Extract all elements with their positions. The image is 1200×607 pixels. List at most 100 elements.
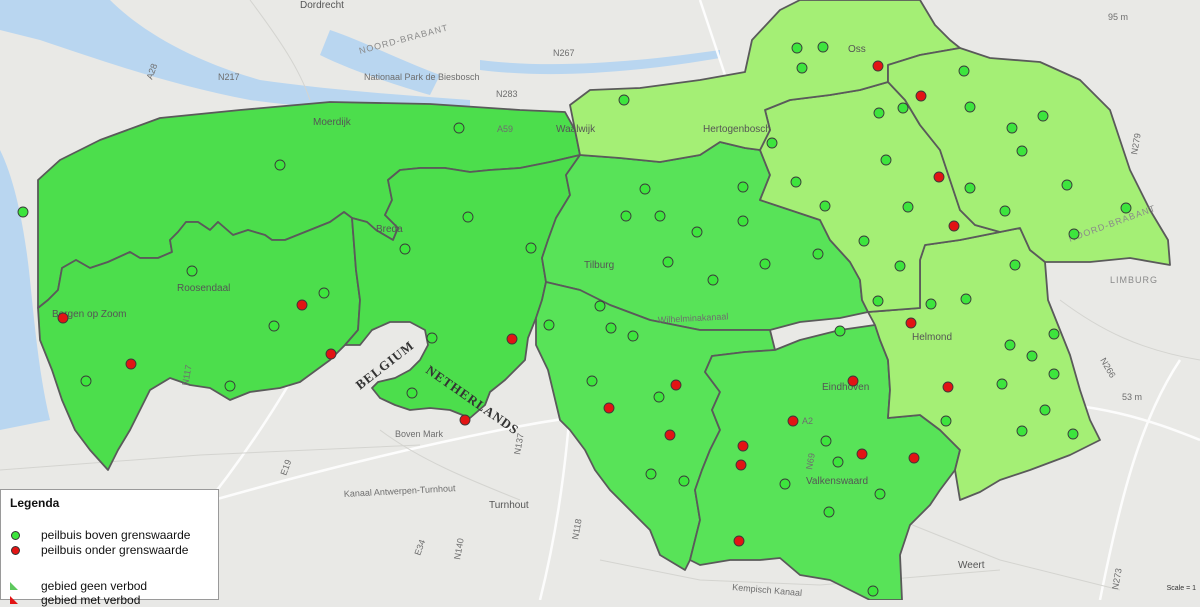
well-below-marker[interactable]	[906, 318, 916, 328]
well-above-marker[interactable]	[427, 333, 437, 343]
well-above-marker[interactable]	[813, 249, 823, 259]
well-above-marker[interactable]	[606, 323, 616, 333]
well-above-marker[interactable]	[587, 376, 597, 386]
well-above-marker[interactable]	[621, 211, 631, 221]
well-below-marker[interactable]	[326, 349, 336, 359]
well-above-marker[interactable]	[407, 388, 417, 398]
well-above-marker[interactable]	[708, 275, 718, 285]
label-oss: Oss	[848, 44, 866, 55]
well-below-marker[interactable]	[736, 460, 746, 470]
well-above-marker[interactable]	[895, 261, 905, 271]
well-below-marker[interactable]	[665, 430, 675, 440]
well-above-marker[interactable]	[780, 479, 790, 489]
well-above-marker[interactable]	[997, 379, 1007, 389]
well-above-marker[interactable]	[760, 259, 770, 269]
well-above-marker[interactable]	[544, 320, 554, 330]
well-below-marker[interactable]	[126, 359, 136, 369]
well-above-marker[interactable]	[595, 301, 605, 311]
well-above-marker[interactable]	[1038, 111, 1048, 121]
well-above-marker[interactable]	[275, 160, 285, 170]
well-above-marker[interactable]	[881, 155, 891, 165]
well-below-marker[interactable]	[671, 380, 681, 390]
well-above-marker[interactable]	[454, 123, 464, 133]
well-below-marker[interactable]	[58, 313, 68, 323]
well-below-marker[interactable]	[949, 221, 959, 231]
well-above-marker[interactable]	[1007, 123, 1017, 133]
well-above-marker[interactable]	[655, 211, 665, 221]
legend-item-below: peilbuis onder grenswaarde	[9, 543, 188, 557]
well-below-marker[interactable]	[848, 376, 858, 386]
well-above-marker[interactable]	[526, 243, 536, 253]
well-above-marker[interactable]	[833, 457, 843, 467]
well-above-marker[interactable]	[738, 216, 748, 226]
well-below-marker[interactable]	[909, 453, 919, 463]
well-below-marker[interactable]	[738, 441, 748, 451]
well-above-marker[interactable]	[1069, 229, 1079, 239]
well-above-marker[interactable]	[1000, 206, 1010, 216]
well-above-marker[interactable]	[1049, 369, 1059, 379]
well-above-marker[interactable]	[400, 244, 410, 254]
well-above-marker[interactable]	[663, 257, 673, 267]
well-above-marker[interactable]	[767, 138, 777, 148]
well-above-marker[interactable]	[791, 177, 801, 187]
label-hertogenbosch: Hertogenbosch	[703, 124, 771, 135]
well-above-marker[interactable]	[18, 207, 28, 217]
well-above-marker[interactable]	[319, 288, 329, 298]
well-above-marker[interactable]	[961, 294, 971, 304]
well-below-marker[interactable]	[297, 300, 307, 310]
well-above-marker[interactable]	[959, 66, 969, 76]
well-above-marker[interactable]	[1017, 426, 1027, 436]
well-above-marker[interactable]	[868, 586, 878, 596]
well-above-marker[interactable]	[679, 476, 689, 486]
legend-label-below: peilbuis onder grenswaarde	[41, 543, 188, 557]
well-above-marker[interactable]	[1062, 180, 1072, 190]
well-below-marker[interactable]	[460, 415, 470, 425]
well-above-marker[interactable]	[646, 469, 656, 479]
well-above-marker[interactable]	[692, 227, 702, 237]
well-above-marker[interactable]	[1017, 146, 1027, 156]
well-above-marker[interactable]	[1005, 340, 1015, 350]
well-above-marker[interactable]	[1027, 351, 1037, 361]
well-above-marker[interactable]	[903, 202, 913, 212]
well-below-marker[interactable]	[788, 416, 798, 426]
well-above-marker[interactable]	[738, 182, 748, 192]
well-below-marker[interactable]	[507, 334, 517, 344]
well-above-marker[interactable]	[640, 184, 650, 194]
well-below-marker[interactable]	[934, 172, 944, 182]
well-above-marker[interactable]	[875, 489, 885, 499]
well-above-marker[interactable]	[824, 507, 834, 517]
well-above-marker[interactable]	[1040, 405, 1050, 415]
well-below-marker[interactable]	[943, 382, 953, 392]
well-above-marker[interactable]	[941, 416, 951, 426]
well-above-marker[interactable]	[619, 95, 629, 105]
well-above-marker[interactable]	[874, 108, 884, 118]
well-above-marker[interactable]	[1121, 203, 1131, 213]
well-above-marker[interactable]	[1049, 329, 1059, 339]
well-below-marker[interactable]	[734, 536, 744, 546]
well-above-marker[interactable]	[1068, 429, 1078, 439]
well-above-marker[interactable]	[859, 236, 869, 246]
well-above-marker[interactable]	[654, 392, 664, 402]
well-above-marker[interactable]	[965, 183, 975, 193]
well-below-marker[interactable]	[857, 449, 867, 459]
well-above-marker[interactable]	[835, 326, 845, 336]
well-above-marker[interactable]	[792, 43, 802, 53]
well-above-marker[interactable]	[1010, 260, 1020, 270]
well-above-marker[interactable]	[873, 296, 883, 306]
well-above-marker[interactable]	[820, 201, 830, 211]
well-above-marker[interactable]	[898, 103, 908, 113]
well-above-marker[interactable]	[797, 63, 807, 73]
well-above-marker[interactable]	[225, 381, 235, 391]
well-above-marker[interactable]	[628, 331, 638, 341]
well-above-marker[interactable]	[187, 266, 197, 276]
well-below-marker[interactable]	[604, 403, 614, 413]
well-above-marker[interactable]	[926, 299, 936, 309]
well-above-marker[interactable]	[463, 212, 473, 222]
well-below-marker[interactable]	[873, 61, 883, 71]
well-above-marker[interactable]	[965, 102, 975, 112]
well-above-marker[interactable]	[81, 376, 91, 386]
well-above-marker[interactable]	[821, 436, 831, 446]
well-below-marker[interactable]	[916, 91, 926, 101]
well-above-marker[interactable]	[818, 42, 828, 52]
well-above-marker[interactable]	[269, 321, 279, 331]
